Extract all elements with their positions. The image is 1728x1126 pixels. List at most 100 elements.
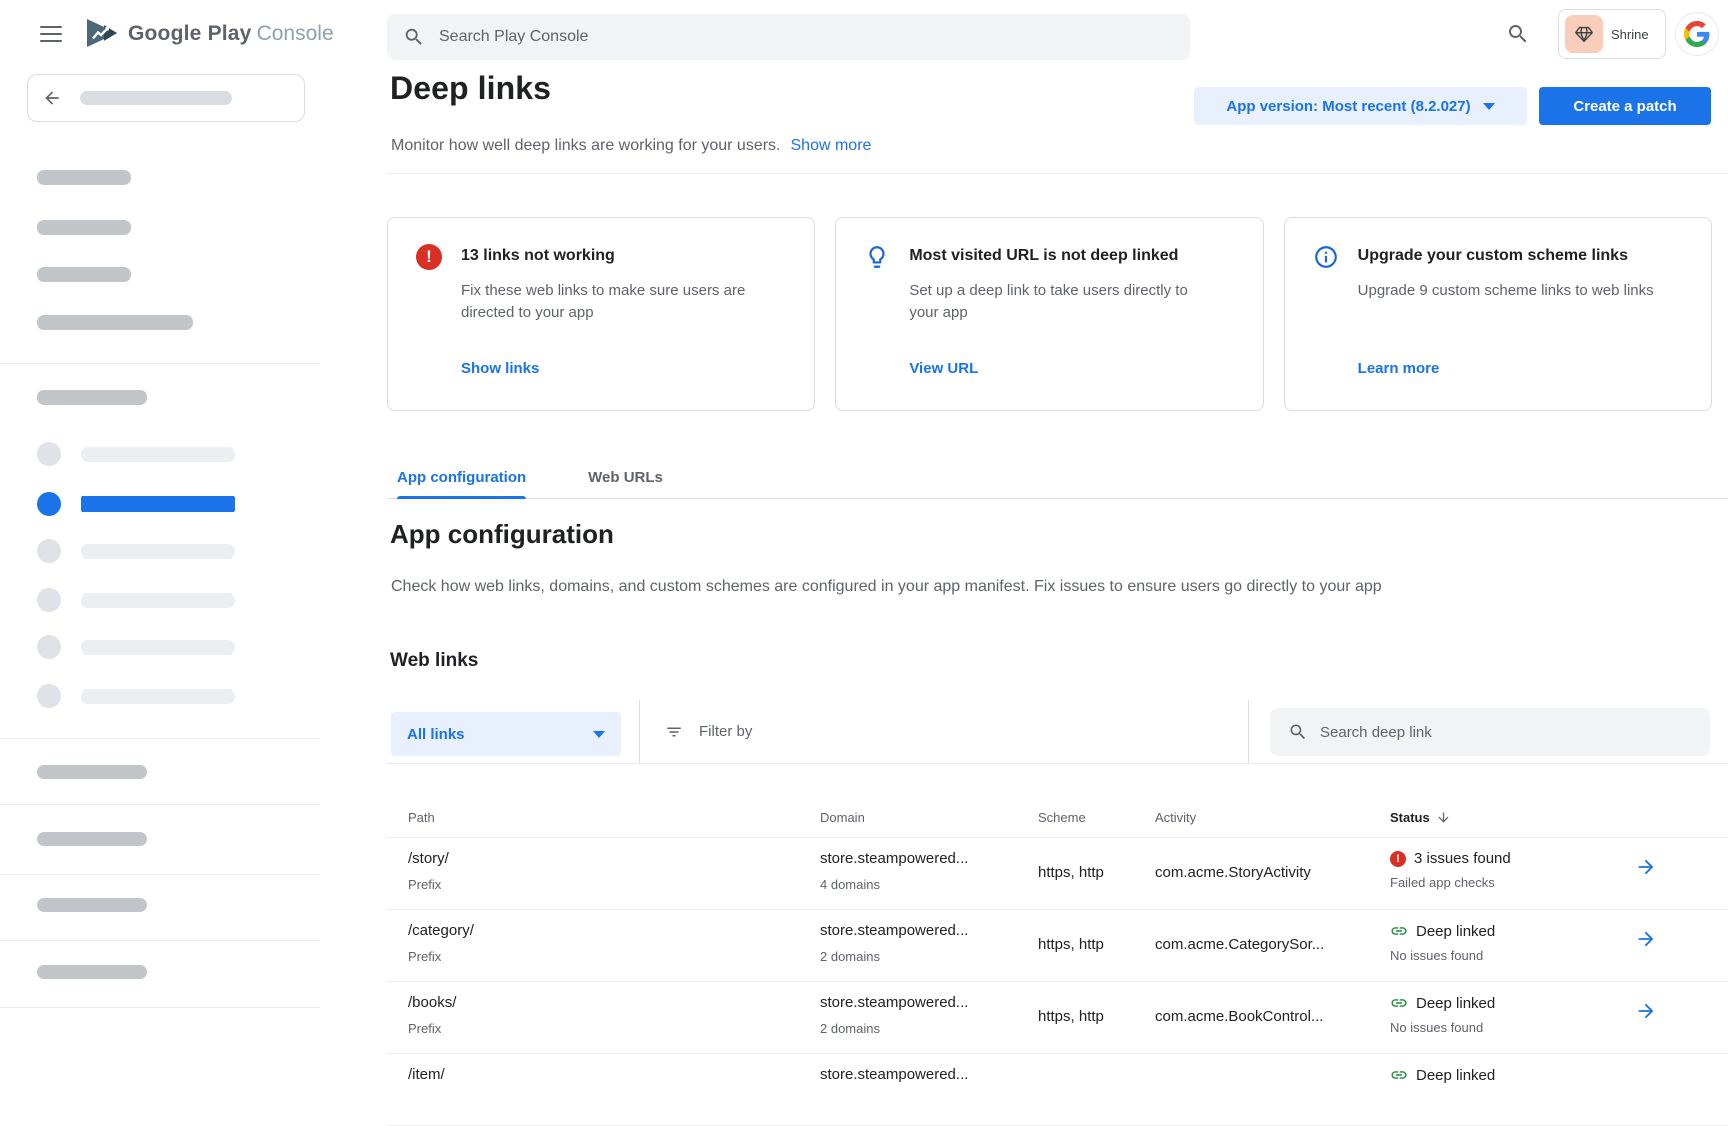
- table-row[interactable]: /books/Prefix store.steampowered...2 dom…: [387, 982, 1728, 1054]
- column-header-domain: Domain: [820, 810, 1038, 825]
- section-title: App configuration: [390, 519, 614, 550]
- menu-icon[interactable]: [40, 26, 62, 42]
- table-toolbar: All links Filter by Search deep link: [387, 700, 1728, 764]
- filter-icon: [665, 723, 683, 741]
- global-search-placeholder: Search Play Console: [439, 28, 588, 46]
- filter-by-button[interactable]: Filter by: [665, 700, 752, 763]
- deep-link-search-input[interactable]: Search deep link: [1270, 708, 1710, 756]
- card-body: Fix these web links to make sure users a…: [461, 280, 761, 324]
- chevron-down-icon: [593, 731, 605, 738]
- skeleton-bar: [37, 898, 147, 912]
- card-title: Upgrade your custom scheme links: [1358, 247, 1628, 265]
- skeleton-bar: [37, 170, 131, 185]
- filter-by-label: Filter by: [699, 723, 752, 740]
- skeleton-bar: [37, 390, 147, 405]
- divider: [0, 804, 320, 805]
- activity-cell: com.acme.BookControl...: [1155, 1008, 1390, 1025]
- google-account-button[interactable]: [1676, 13, 1718, 55]
- app-version-label: App version: Most recent (8.2.027): [1226, 98, 1470, 115]
- divider: [0, 940, 320, 941]
- play-console-logo-icon: [84, 17, 120, 49]
- skeleton-nav-item[interactable]: [37, 588, 61, 612]
- create-patch-button[interactable]: Create a patch: [1539, 87, 1711, 125]
- skeleton-bar: [81, 640, 235, 655]
- search-icon: [1288, 722, 1308, 742]
- row-detail-arrow-icon[interactable]: [1635, 928, 1728, 950]
- app-version-dropdown[interactable]: App version: Most recent (8.2.027): [1194, 87, 1527, 125]
- skeleton-bar: [81, 544, 235, 559]
- arrow-back-icon: [42, 88, 62, 108]
- search-icon: [403, 26, 425, 48]
- path-cell: /books/: [408, 994, 820, 1011]
- card-links-not-working: 13 links not working Fix these web links…: [387, 217, 815, 411]
- links-filter-dropdown[interactable]: All links: [391, 712, 621, 756]
- skeleton-bar: [81, 593, 235, 608]
- current-app-name: Shrine: [1611, 27, 1649, 42]
- skeleton-nav-item[interactable]: [37, 442, 61, 466]
- skeleton-nav-item[interactable]: [37, 635, 61, 659]
- row-detail-arrow-icon[interactable]: [1635, 1000, 1728, 1022]
- view-url-link[interactable]: View URL: [909, 360, 978, 377]
- status-badge: 3 issues found: [1414, 850, 1511, 867]
- status-badge: Deep linked: [1416, 923, 1495, 940]
- table-header: Path Domain Scheme Activity Status: [387, 764, 1728, 838]
- domain-cell: store.steampowered...: [820, 994, 1038, 1011]
- table-body: /story/Prefix store.steampowered...4 dom…: [387, 838, 1728, 1126]
- path-cell: /category/: [408, 922, 820, 939]
- skeleton-bar: [37, 832, 147, 846]
- back-button[interactable]: [27, 74, 305, 122]
- sidebar: Google PlayConsole: [0, 0, 322, 1080]
- divider: [387, 173, 1728, 174]
- divider: [1248, 700, 1249, 763]
- card-title: Most visited URL is not deep linked: [909, 247, 1178, 265]
- tab-app-configuration[interactable]: App configuration: [397, 456, 526, 498]
- skeleton-bar: [37, 315, 193, 330]
- sidebar-item-deep-links-label[interactable]: [81, 496, 235, 512]
- domain-cell: store.steampowered...: [820, 850, 1038, 867]
- activity-cell: com.acme.StoryActivity: [1155, 864, 1390, 881]
- error-icon: [1390, 851, 1406, 867]
- tab-web-urls[interactable]: Web URLs: [588, 456, 663, 498]
- column-header-status[interactable]: Status: [1390, 810, 1635, 825]
- card-title: 13 links not working: [461, 247, 615, 265]
- link-icon: [1390, 922, 1408, 940]
- divider: [0, 1007, 320, 1008]
- lightbulb-icon: [864, 244, 890, 270]
- logo-console: Console: [257, 22, 334, 45]
- google-logo-icon: [1684, 21, 1710, 47]
- app-switcher[interactable]: Shrine: [1558, 9, 1666, 59]
- scheme-cell: https, http: [1038, 1008, 1155, 1025]
- table-row[interactable]: /category/Prefix store.steampowered...2 …: [387, 910, 1728, 982]
- page-title: Deep links: [390, 70, 551, 107]
- shrine-app-icon: [1565, 15, 1603, 53]
- link-icon: [1390, 994, 1408, 1012]
- show-links-link[interactable]: Show links: [461, 360, 539, 377]
- table-row[interactable]: /item/ store.steampowered... Deep linked: [387, 1054, 1728, 1126]
- show-more-link[interactable]: Show more: [791, 137, 872, 154]
- link-icon: [1390, 1066, 1408, 1084]
- divider: [0, 363, 320, 364]
- skeleton-bar: [37, 965, 147, 979]
- card-upgrade-schemes: Upgrade your custom scheme links Upgrade…: [1284, 217, 1712, 411]
- divider: [0, 874, 320, 875]
- skeleton-bar: [37, 267, 131, 282]
- search-icon-button[interactable]: [1506, 22, 1530, 46]
- row-detail-arrow-icon[interactable]: [1635, 856, 1728, 878]
- scheme-cell: https, http: [1038, 936, 1155, 953]
- table-row[interactable]: /story/Prefix store.steampowered...4 dom…: [387, 838, 1728, 910]
- skeleton-bar: [81, 447, 235, 462]
- chevron-down-icon: [1483, 103, 1495, 110]
- insight-cards: 13 links not working Fix these web links…: [387, 217, 1712, 411]
- web-links-title: Web links: [390, 650, 478, 672]
- app-logo[interactable]: Google PlayConsole: [128, 22, 334, 46]
- skeleton-nav-item[interactable]: [37, 539, 61, 563]
- skeleton-bar: [81, 689, 235, 704]
- card-body: Set up a deep link to take users directl…: [909, 280, 1209, 324]
- learn-more-link[interactable]: Learn more: [1358, 360, 1440, 377]
- sidebar-item-deep-links-active[interactable]: [37, 492, 61, 516]
- path-cell: /item/: [408, 1066, 820, 1083]
- card-most-visited-url: Most visited URL is not deep linked Set …: [835, 217, 1263, 411]
- skeleton-nav-item[interactable]: [37, 684, 61, 708]
- logo-google-play: Google Play: [128, 22, 252, 45]
- global-search-input[interactable]: Search Play Console: [387, 14, 1190, 60]
